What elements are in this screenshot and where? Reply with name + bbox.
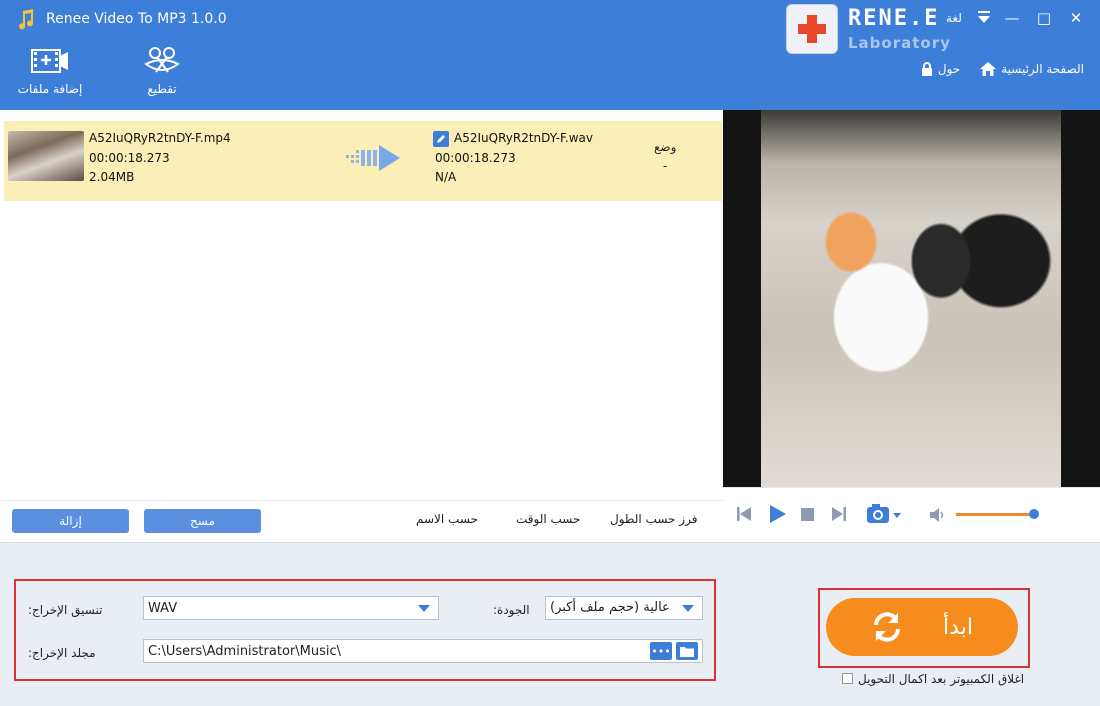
cut-label: تقطيع — [147, 82, 177, 96]
video-preview — [723, 110, 1100, 487]
convert-arrow-icon — [346, 145, 400, 171]
previous-icon[interactable] — [736, 506, 752, 522]
shutdown-label: اغلاق الكمبيوتر بعد اكمال التحويل — [858, 672, 1025, 686]
edit-name-icon[interactable] — [433, 131, 449, 147]
quality-dropdown-icon — [682, 605, 694, 612]
add-files-button[interactable]: إضافة ملفات — [10, 46, 90, 96]
home-link[interactable]: الصفحة الرئيسية — [980, 62, 1084, 76]
output-duration: 00:00:18.273 — [435, 151, 516, 165]
window-title: Renee Video To MP3 1.0.0 — [46, 11, 227, 27]
output-format-label: :تنسيق الإخراج — [28, 603, 103, 617]
settings-highlight-box — [14, 579, 716, 681]
language-label[interactable]: لغة — [946, 11, 962, 25]
play-icon[interactable] — [767, 504, 787, 524]
format-dropdown-icon — [418, 605, 430, 612]
sort-by-time[interactable]: حسب الوقت — [516, 512, 580, 526]
source-size: 2.04MB — [89, 170, 135, 184]
quality-value: عالية (حجم ملف أكبر) — [550, 600, 670, 615]
cut-button[interactable]: تقطيع — [122, 46, 202, 96]
start-label: ابدأ — [943, 614, 973, 640]
remove-button[interactable]: إزالة — [12, 509, 129, 533]
player-controls — [723, 487, 1100, 542]
sort-by-length[interactable]: فرز حسب الطول — [610, 512, 697, 526]
about-link[interactable]: حول — [921, 62, 960, 76]
home-label: الصفحة الرئيسية — [1001, 62, 1084, 76]
volume-knob[interactable] — [1029, 509, 1039, 519]
home-icon — [980, 62, 997, 76]
output-file-name: A52IuQRyR2tnDY-F.wav — [454, 131, 594, 145]
refresh-icon — [874, 612, 901, 642]
output-format-select[interactable]: WAV — [143, 596, 439, 620]
output-folder-value: C:\Users\Administrator\Music\ — [148, 643, 341, 659]
logo-name: RENE.E — [848, 6, 940, 31]
camera-icon[interactable] — [866, 503, 902, 525]
folder-icon — [680, 646, 694, 657]
shutdown-checkbox[interactable] — [842, 673, 853, 684]
open-folder-button[interactable] — [676, 642, 698, 660]
quality-select[interactable]: عالية (حجم ملف أكبر) — [545, 596, 703, 620]
clear-button[interactable]: مسح — [144, 509, 261, 533]
volume-slider[interactable] — [956, 513, 1034, 516]
start-button[interactable]: ابدأ — [826, 598, 1018, 656]
output-format-value: WAV — [148, 600, 178, 616]
browse-button[interactable]: ••• — [650, 642, 672, 660]
title-toolbar-area: Renee Video To MP3 1.0.0 RENE.E Laborato… — [0, 0, 1100, 110]
output-size: N/A — [435, 170, 457, 184]
status-value: - — [663, 159, 668, 173]
video-frame-cats — [761, 110, 1061, 487]
video-thumbnail — [8, 131, 84, 181]
file-row[interactable]: A52IuQRyR2tnDY-F.mp4 00:00:18.273 2.04MB… — [4, 121, 722, 201]
lock-icon — [921, 62, 932, 76]
language-dropdown-icon[interactable] — [978, 16, 990, 23]
volume-icon[interactable] — [929, 507, 947, 523]
output-folder-label: :مجلد الإخراج — [28, 646, 96, 660]
about-label: حول — [937, 62, 961, 76]
file-list: A52IuQRyR2tnDY-F.mp4 00:00:18.273 2.04MB… — [0, 110, 723, 542]
maximize-icon[interactable]: □ — [1030, 6, 1058, 30]
sort-by-name[interactable]: حسب الاسم — [416, 512, 478, 526]
scissors-icon — [144, 47, 180, 73]
next-icon[interactable] — [831, 506, 847, 522]
minimize-icon[interactable]: — — [998, 6, 1026, 30]
add-files-label: إضافة ملفات — [17, 82, 83, 96]
logo-sub: Laboratory — [848, 34, 951, 52]
music-note-icon — [19, 9, 34, 30]
rene-e-logo: RENE.E Laboratory — [786, 4, 950, 56]
status-header: وضع — [654, 140, 677, 154]
quality-label: :الجودة — [493, 603, 530, 617]
stop-icon[interactable] — [801, 508, 814, 521]
source-file-name: A52IuQRyR2tnDY-F.mp4 — [89, 131, 231, 145]
close-icon[interactable]: ✕ — [1062, 6, 1090, 30]
window-controls: — □ ✕ — [998, 6, 1090, 30]
output-folder-input[interactable]: C:\Users\Administrator\Music\ ••• — [143, 639, 703, 663]
language-menu-line-icon — [978, 11, 990, 13]
source-duration: 00:00:18.273 — [89, 151, 170, 165]
top-nav: حول الصفحة الرئيسية — [907, 62, 1084, 76]
add-video-icon — [31, 49, 68, 73]
